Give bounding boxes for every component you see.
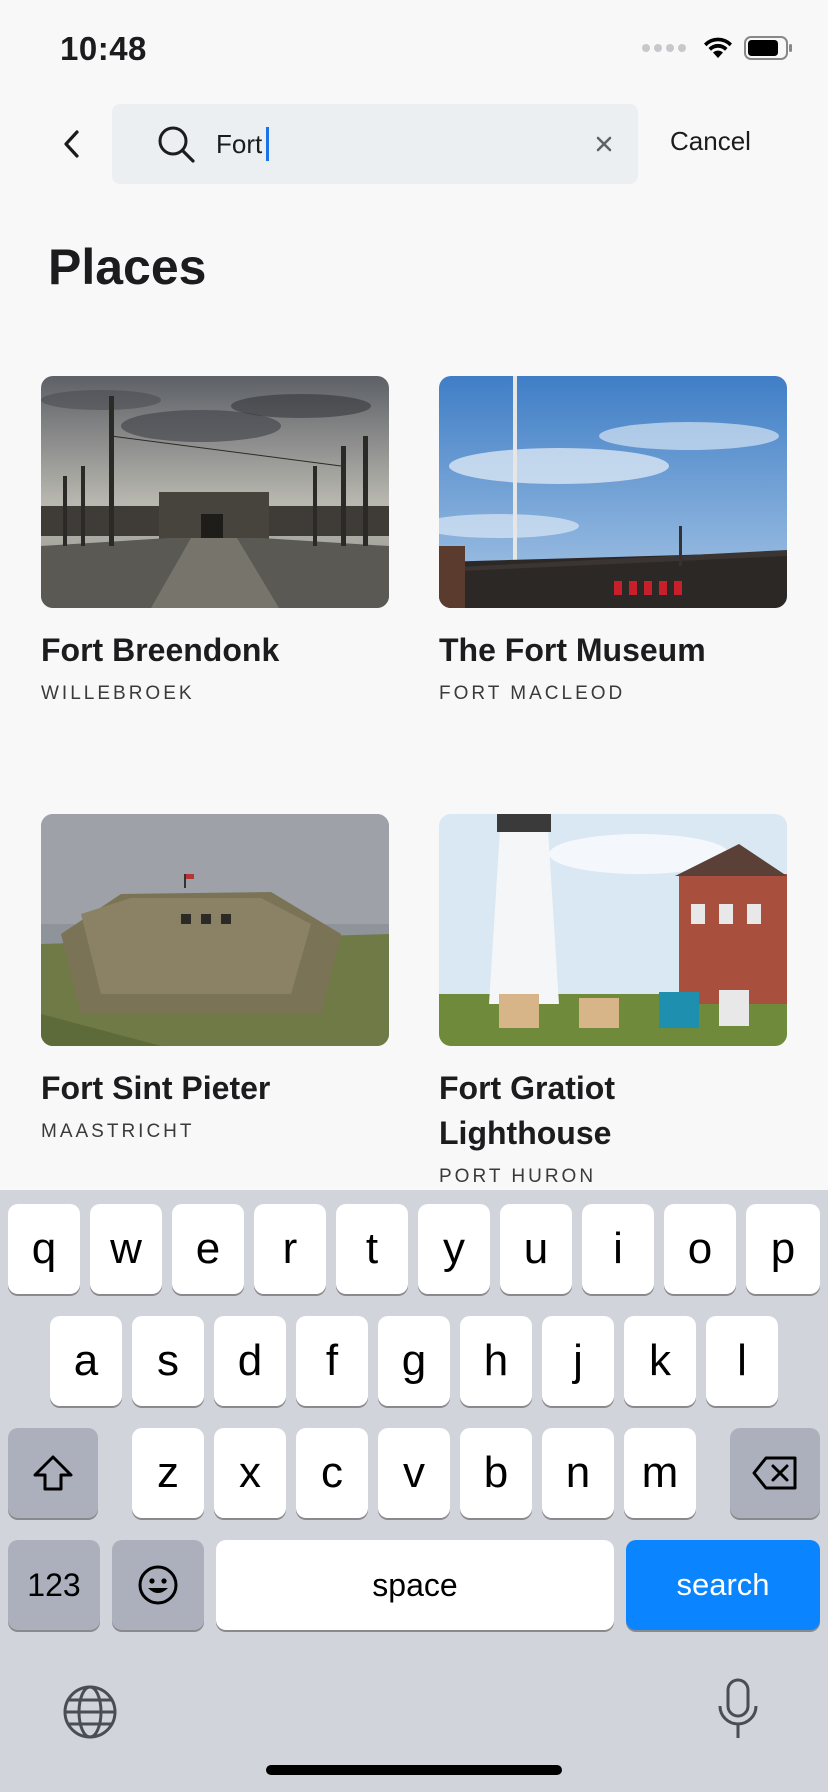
place-image <box>439 814 787 1046</box>
place-card[interactable]: Fort Gratiot Lighthouse PORT HURON <box>439 814 787 1188</box>
key-j[interactable]: j <box>542 1316 614 1406</box>
place-title: Fort Sint Pieter <box>41 1070 271 1106</box>
key-o[interactable]: o <box>664 1204 736 1294</box>
status-time: 10:48 <box>60 30 147 67</box>
key-w[interactable]: w <box>90 1204 162 1294</box>
key-n[interactable]: n <box>542 1428 614 1518</box>
key-f[interactable]: f <box>296 1316 368 1406</box>
clear-button[interactable] <box>590 130 618 158</box>
battery-icon <box>744 36 792 60</box>
search-box[interactable]: Fort <box>112 104 638 184</box>
key-b[interactable]: b <box>460 1428 532 1518</box>
place-location: MAASTRICHT <box>41 1121 195 1142</box>
home-indicator[interactable] <box>266 1765 562 1775</box>
shift-icon <box>33 1455 73 1491</box>
key-p[interactable]: p <box>746 1204 820 1294</box>
search-key[interactable]: search <box>626 1540 820 1630</box>
status-bar: 10:48 <box>0 0 828 96</box>
place-image <box>439 376 787 608</box>
key-g[interactable]: g <box>378 1316 450 1406</box>
key-x[interactable]: x <box>214 1428 286 1518</box>
search-input[interactable]: Fort <box>216 123 270 165</box>
key-a[interactable]: a <box>50 1316 122 1406</box>
place-location: FORT MACLEOD <box>439 683 626 704</box>
section-title: Places <box>48 239 207 295</box>
status-icons <box>642 36 794 60</box>
key-c[interactable]: c <box>296 1428 368 1518</box>
delete-icon <box>752 1456 797 1490</box>
globe-button[interactable] <box>62 1684 118 1740</box>
emoji-key[interactable] <box>112 1540 204 1630</box>
keyboard: q w e r t y u i o p a s d f g h j k l z … <box>0 1190 828 1792</box>
key-q[interactable]: q <box>8 1204 80 1294</box>
cancel-button[interactable]: Cancel <box>670 126 751 157</box>
key-m[interactable]: m <box>624 1428 696 1518</box>
key-d[interactable]: d <box>214 1316 286 1406</box>
space-key[interactable]: space <box>216 1540 614 1630</box>
place-card[interactable]: Fort Breendonk WILLEBROEK <box>41 376 389 705</box>
key-y[interactable]: y <box>418 1204 490 1294</box>
key-e[interactable]: e <box>172 1204 244 1294</box>
place-image <box>41 376 389 608</box>
clear-icon <box>596 136 612 152</box>
key-u[interactable]: u <box>500 1204 572 1294</box>
back-chevron-icon <box>64 130 79 158</box>
key-r[interactable]: r <box>254 1204 326 1294</box>
key-z[interactable]: z <box>132 1428 204 1518</box>
globe-icon <box>63 1685 117 1739</box>
key-s[interactable]: s <box>132 1316 204 1406</box>
text-caret <box>266 127 270 161</box>
search-query: Fort <box>216 129 263 159</box>
place-image <box>41 814 389 1046</box>
key-h[interactable]: h <box>460 1316 532 1406</box>
place-title: The Fort Museum <box>439 632 706 668</box>
microphone-icon <box>718 1678 758 1738</box>
emoji-icon <box>138 1565 178 1605</box>
place-title: Fort Gratiot Lighthouse <box>439 1070 615 1151</box>
numbers-key[interactable]: 123 <box>8 1540 100 1630</box>
key-i[interactable]: i <box>582 1204 654 1294</box>
shift-key[interactable] <box>8 1428 98 1518</box>
back-button[interactable] <box>52 124 92 164</box>
key-k[interactable]: k <box>624 1316 696 1406</box>
key-t[interactable]: t <box>336 1204 408 1294</box>
microphone-button[interactable] <box>716 1678 760 1742</box>
delete-key[interactable] <box>730 1428 820 1518</box>
place-location: WILLEBROEK <box>41 683 195 704</box>
search-icon <box>158 126 195 163</box>
place-card[interactable]: The Fort Museum FORT MACLEOD <box>439 376 787 705</box>
key-v[interactable]: v <box>378 1428 450 1518</box>
place-title: Fort Breendonk <box>41 632 280 668</box>
wifi-icon <box>704 37 732 58</box>
place-location: PORT HURON <box>439 1166 597 1187</box>
key-l[interactable]: l <box>706 1316 778 1406</box>
place-card[interactable]: Fort Sint Pieter MAASTRICHT <box>41 814 389 1143</box>
signal-icon <box>642 44 686 52</box>
